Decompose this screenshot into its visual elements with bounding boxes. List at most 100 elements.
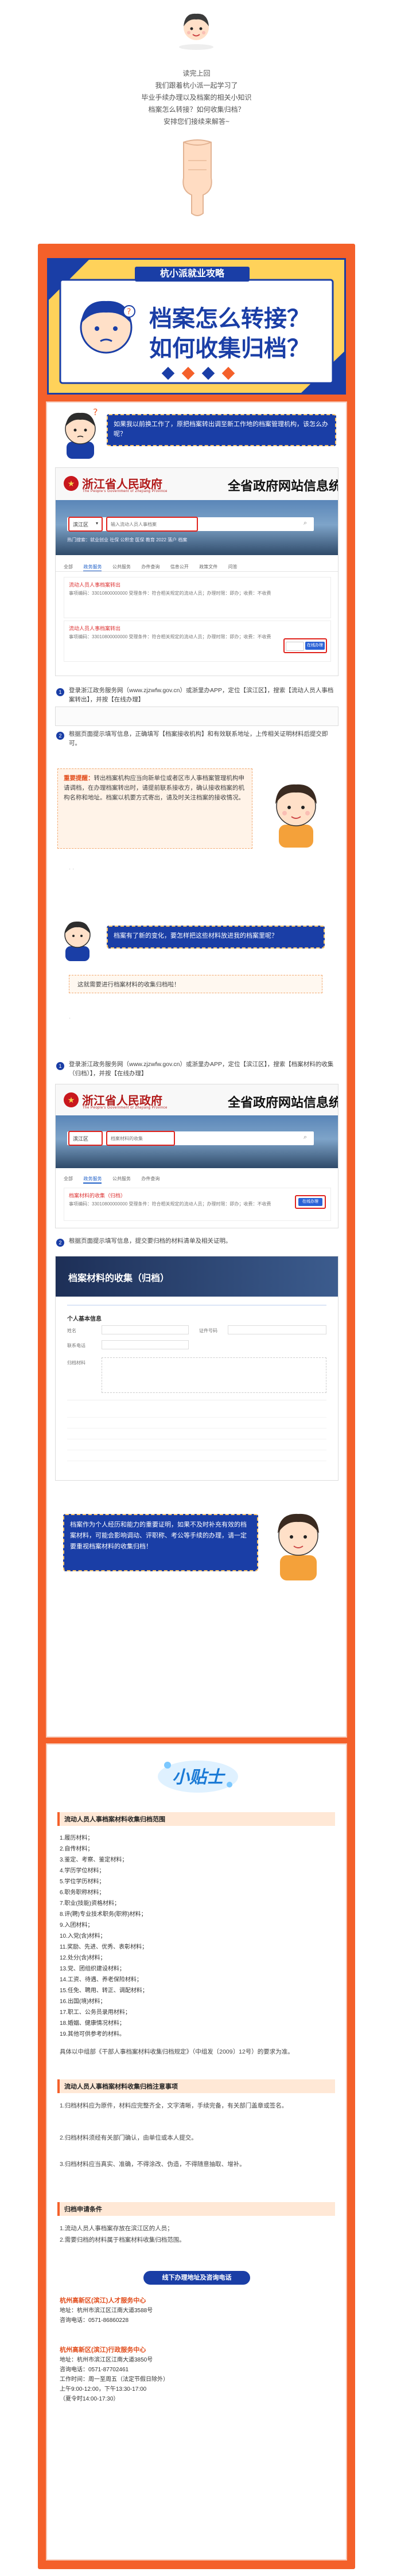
form-placeholder-rows	[67, 1407, 326, 1464]
poster: 杭小派就业攻略 ? 档案怎么转接？ 如何收集归档？	[47, 258, 346, 395]
archive-form-screenshot: 档案材料的收集（归档） 个人基本信息 姓名 证件号码 联系电话 归档材料	[55, 1256, 338, 1481]
tips-section2-title: 流动人员人事档案材料收集归档注意事项	[57, 2079, 335, 2093]
intro-line: 我们跟着杭小派一起学习了	[155, 81, 238, 89]
contact-card: 杭州高新区(滨江)人才服务中心 地址：杭州市滨江区江南大道3588号 咨询电话：…	[60, 2296, 333, 2325]
contact-address: 地址：杭州市滨江区江南大道3850号	[60, 2357, 153, 2363]
gov-site-en: The People's Government of Zhejiang Prov…	[83, 490, 168, 493]
gov-site-name: 浙江省人民政府	[82, 1095, 162, 1107]
portal-title: 全省政府网站信息统一	[228, 479, 338, 493]
search-input[interactable]	[110, 1133, 175, 1143]
answer-card: 这就需要进行档案材料的收集归档啦！	[69, 975, 322, 993]
result-title[interactable]: 流动人员人事档案转出	[69, 581, 120, 588]
list-item: 13.党、团组织建设材料；	[60, 1966, 125, 1972]
contact-phone[interactable]: 咨询电话：0571-86860228	[60, 2316, 333, 2325]
name-field[interactable]	[102, 1325, 189, 1334]
poster-character: ?	[72, 294, 141, 363]
online-apply-button[interactable]: 在线办理	[298, 1198, 322, 1206]
loading-dots: · ·	[69, 866, 75, 872]
svg-text:?: ?	[127, 307, 131, 317]
thinking-character	[262, 774, 330, 849]
tab-query[interactable]: 办件查询	[141, 1176, 159, 1181]
form-title: 档案材料的收集（归档）	[68, 1274, 170, 1283]
gov-header: ★ 浙江省人民政府 The People's Government of Zhe…	[56, 1084, 338, 1116]
step2-text: 根据页面提示填写信息，正确填写【档案接收机构】和有效联系地址，上传相关证明材料后…	[69, 731, 328, 747]
tabs-divider	[56, 571, 338, 572]
search-icon[interactable]: ⌕	[303, 520, 307, 527]
form-label-material: 归档材料	[67, 1360, 85, 1365]
tab-all[interactable]: 全部	[64, 1176, 73, 1181]
tips-section3-para: 2.需要归档的材料属于档案材料收集归档范围。	[60, 2237, 185, 2243]
intro-line: 读完上回	[182, 69, 211, 77]
answer-text: 这就需要进行档案材料的收集归档啦！	[77, 981, 180, 988]
header-illustration	[169, 7, 224, 52]
question-bubble-transfer: 如果我以前换工作了，原把档案转出调至新工作地的档案管理机构，该怎么办呢？	[107, 414, 336, 446]
emblem-icon: ★	[64, 1092, 79, 1107]
result-title[interactable]: 档案材料的收集（归档）	[69, 1192, 126, 1199]
contact-phone[interactable]: 咨询电话：0571-87702461	[60, 2365, 333, 2375]
form-steps	[67, 1305, 326, 1306]
step-number: 2	[56, 732, 64, 740]
intro-line: 档案怎么转接？如何收集归档？	[148, 106, 245, 114]
tips-section1-note: 具体以中组部《干部人事档案材料收集归档规定》（中组发〔2009〕12号）的要求为…	[60, 2048, 294, 2055]
list-item: 17.职工、公务员录用材料；	[60, 2009, 131, 2016]
step3-text: 登录浙江政务服务网（www.zjzwfw.gov.cn）或浙里办APP，定位【滨…	[69, 1061, 334, 1077]
list-item: 4.学历学位材料；	[60, 1868, 105, 1874]
tab-qa[interactable]: 问答	[228, 564, 238, 569]
contact-name: 杭州高新区(滨江)行政服务中心	[60, 2347, 146, 2353]
form-label-id: 证件号码	[199, 1328, 217, 1333]
tab-government-service[interactable]: 政务服务	[83, 1176, 102, 1184]
tab-public-service[interactable]: 公共服务	[112, 1176, 131, 1181]
material-upload[interactable]	[102, 1357, 326, 1393]
id-field[interactable]	[228, 1325, 326, 1334]
phone-field[interactable]	[102, 1340, 189, 1349]
tab-all[interactable]: 全部	[64, 564, 73, 569]
contact-hours: 工作时间：周一至周五（法定节假日除外）	[60, 2376, 169, 2383]
step-number: 1	[56, 1062, 64, 1070]
result-card: 档案材料的收集（归档） 事项编码：33010800000000 受理条件：符合相…	[64, 1188, 331, 1221]
result-card: 流动人员人事档案转出 事项编码：33010800000000 受理条件：符合相关…	[64, 577, 331, 618]
online-apply-button[interactable]: 在线办理	[305, 642, 325, 650]
search-icon[interactable]: ⌕	[303, 1134, 307, 1141]
gov-screenshot-form	[55, 707, 338, 726]
chevron-down-icon: ▾	[96, 521, 99, 526]
list-item: 15.任免、聘用、转正、调配材料；	[60, 1988, 148, 1994]
secondary-button[interactable]	[286, 642, 304, 651]
tab-public-service[interactable]: 公共服务	[112, 564, 131, 569]
question-character: ?	[57, 407, 103, 460]
emblem-icon: ★	[64, 476, 79, 491]
reminder-bubble: 档案作为个人经历和能力的重要证明，如果不及时补充有效的档案材料，可能会影响调动、…	[63, 1514, 258, 1571]
search-input[interactable]	[110, 519, 197, 529]
gov-header: ★ 浙江省人民政府 The People's Government of Zhe…	[56, 468, 338, 501]
tab-info[interactable]: 信息公开	[170, 564, 189, 569]
result-desc: 事项编码：33010800000000 受理条件：符合相关规定的流动人员；办理时…	[69, 591, 271, 596]
hot-search: 热门搜索：就业创业 社保 公积金 医保 教育 2022 落户 档案	[67, 537, 188, 542]
tab-policy[interactable]: 政策文件	[199, 564, 217, 569]
gov-site-name: 浙江省人民政府	[82, 478, 162, 491]
result-tabs: 全部 政务服务 公共服务 办件查询 信息公开 政策文件 问答	[64, 561, 246, 572]
list-item: 16.出国(境)材料；	[60, 1999, 106, 2005]
tips-section1-title: 流动人员人事档案材料收集归档范围	[57, 1812, 335, 1826]
poster-tag: 杭小派就业攻略	[135, 267, 250, 282]
list-item: 14.工资、待遇、养老保险材料；	[60, 1977, 142, 1983]
list-item: 3.鉴定、考察、鉴定材料；	[60, 1857, 128, 1863]
contact-header: 线下办理地址及咨询电话	[143, 2271, 250, 2285]
form-section-title: 个人基本信息	[67, 1316, 102, 1322]
contact-name: 杭州高新区(滨江)人才服务中心	[60, 2297, 146, 2304]
tab-query[interactable]: 办件查询	[141, 564, 159, 569]
poster-title-line2: 如何收集归档？	[149, 336, 310, 361]
gov-screenshot-2: ★ 浙江省人民政府 The People's Government of Zhe…	[55, 1084, 338, 1228]
tips-logo: 小贴士	[155, 1755, 241, 1795]
contact-card: 杭州高新区(滨江)行政服务中心 地址：杭州市滨江区江南大道3850号 咨询电话：…	[60, 2345, 333, 2404]
list-item: 6.职务职称材料；	[60, 1890, 105, 1896]
tips-section3-para: 1.流动人员人事档案存放在滨江区的人员；	[60, 2225, 173, 2232]
form-label-phone: 联系电话	[67, 1343, 85, 1348]
contact-hours: 上午9:00-12:00，下午13:30-17:00	[60, 2386, 147, 2392]
portal-title: 全省政府网站信息统一	[228, 1095, 338, 1110]
list-item: 19.其他可供参考的材料。	[60, 2031, 125, 2038]
result-title[interactable]: 流动人员人事档案转出	[69, 625, 120, 632]
intro-line: 毕业手续办理以及档案的相关小知识	[141, 93, 252, 102]
reminder-character	[264, 1502, 333, 1583]
contact-address: 地址：杭州市滨江区江南大道3588号	[60, 2308, 153, 2314]
form-banner: 档案材料的收集（归档）	[56, 1256, 338, 1297]
tips-section2-para: 2.归档材料须经有关部门确认，由单位或本人提交。	[60, 2134, 197, 2141]
